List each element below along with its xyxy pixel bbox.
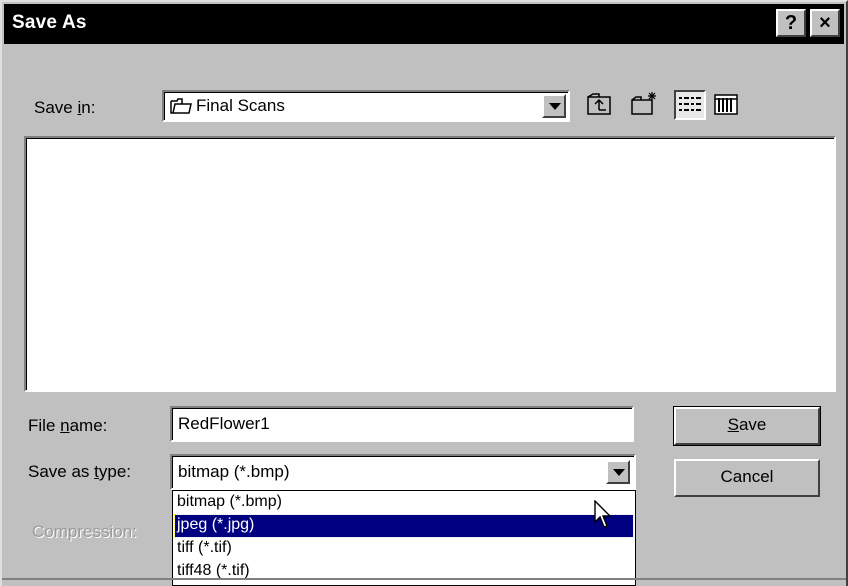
save-in-value: Final Scans	[196, 96, 285, 115]
chevron-down-icon	[613, 469, 625, 476]
mouse-pointer-icon	[594, 500, 612, 528]
title-bar[interactable]: Save As ? ×	[4, 4, 844, 44]
file-name-value: RedFlower1	[178, 414, 270, 433]
file-list[interactable]	[24, 136, 836, 392]
save-as-type-value: bitmap (*.bmp)	[178, 462, 290, 481]
save-as-type-options-list: bitmap (*.bmp) jpeg (*.jpg) tiff (*.tif)…	[172, 490, 636, 586]
folder-icon	[170, 98, 192, 119]
new-folder-icon	[631, 92, 656, 115]
list-view-icon	[679, 97, 701, 111]
cancel-button[interactable]: Cancel	[674, 459, 820, 497]
file-name-field[interactable]: RedFlower1	[170, 406, 634, 442]
option-jpeg[interactable]: jpeg (*.jpg)	[174, 514, 634, 538]
option-tiff[interactable]: tiff (*.tif)	[175, 538, 633, 560]
save-in-label: Save in:	[34, 98, 96, 117]
create-new-folder-button[interactable]	[628, 90, 660, 120]
bottom-divider	[2, 578, 846, 580]
save-as-type-dropdown[interactable]: bitmap (*.bmp)	[170, 454, 636, 490]
up-folder-icon	[587, 93, 611, 115]
chevron-down-icon	[549, 103, 561, 110]
save-in-dropdown-button[interactable]	[542, 94, 566, 118]
save-as-type-dropdown-button[interactable]	[606, 460, 630, 484]
window-title: Save As	[12, 12, 87, 33]
compression-label: Compression:	[32, 522, 137, 541]
details-view-button[interactable]	[710, 90, 742, 120]
details-view-icon	[714, 94, 738, 115]
option-bitmap[interactable]: bitmap (*.bmp)	[175, 492, 633, 514]
up-one-level-button[interactable]	[584, 90, 616, 120]
help-button[interactable]: ?	[776, 9, 806, 37]
save-as-type-label: Save as type:	[28, 462, 132, 481]
save-as-dialog: Save As ? × Save in: Final Scans File na…	[0, 0, 848, 586]
list-view-button[interactable]	[674, 90, 706, 120]
save-in-dropdown[interactable]: Final Scans	[162, 90, 570, 122]
save-button[interactable]: Save	[673, 406, 821, 446]
file-name-label: File name:	[28, 416, 108, 435]
close-button[interactable]: ×	[810, 9, 840, 37]
